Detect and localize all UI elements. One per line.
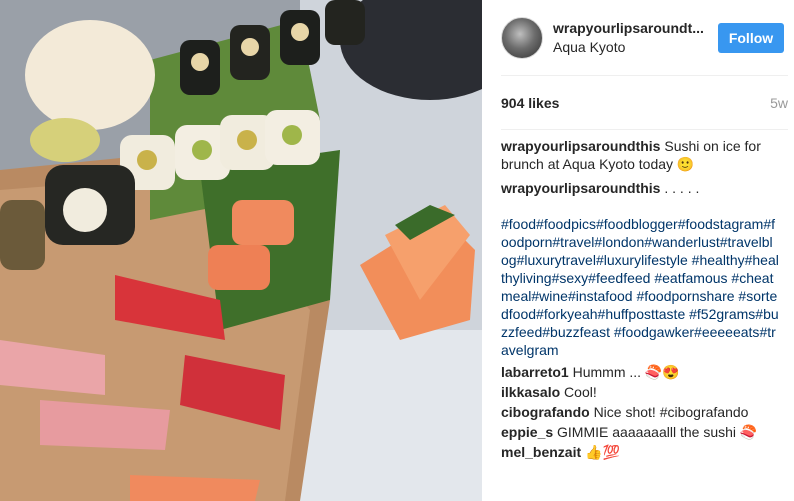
hashtag[interactable]: #instafood [568, 288, 633, 304]
comment-item: cibografando Nice shot! #cibografando [501, 403, 780, 421]
hashtag[interactable]: #feedfeed [588, 270, 650, 286]
caption-dots: wrapyourlipsaroundthis . . . . . [501, 179, 780, 197]
post-location[interactable]: Aqua Kyoto [553, 39, 718, 55]
comment-username[interactable]: labarreto1 [501, 364, 569, 380]
hashtag[interactable]: #wanderlust [644, 234, 720, 250]
hashtag[interactable]: #foodpics [536, 216, 596, 232]
hashtag[interactable]: #travel [552, 234, 594, 250]
follow-button[interactable]: Follow [718, 22, 784, 53]
hashtag[interactable]: #buzzfeast [542, 324, 610, 340]
hashtag[interactable]: #foodgawker [614, 324, 694, 340]
hashtag[interactable]: #luxurylifestyle [596, 252, 688, 268]
post-stats: 904 likes 5w [501, 76, 788, 130]
hashtag[interactable]: #luxurytravel [517, 252, 596, 268]
author-username[interactable]: wrapyourlipsaroundt... [553, 20, 713, 36]
likes-count[interactable]: 904 likes [501, 95, 559, 111]
comment-text: Nice shot! #cibografando [593, 404, 749, 420]
post-time[interactable]: 5w [770, 95, 788, 111]
hashtag[interactable]: #london [594, 234, 644, 250]
hashtag-block: #food#foodpics#foodblogger#foodstagram #f… [501, 215, 780, 359]
comment-username[interactable]: cibografando [501, 404, 590, 420]
comment-text: Hummm ... 🍣😍 [572, 364, 680, 380]
comment-username[interactable]: eppie_s [501, 424, 553, 440]
sushi-photo [0, 0, 482, 501]
avatar[interactable] [501, 16, 543, 59]
hashtag[interactable]: #foodstagram [678, 216, 764, 232]
comment-item: labarreto1 Hummm ... 🍣😍 [501, 363, 780, 381]
comment-text: 👍💯 [585, 444, 620, 460]
hashtag[interactable]: #eeeeeats [694, 324, 759, 340]
hashtag[interactable]: #f52grams [689, 306, 755, 322]
comment-item: eppie_s GIMMIE aaaaaaalll the sushi 🍣 [501, 423, 780, 441]
author-info: wrapyourlipsaroundt... Aqua Kyoto [553, 20, 718, 55]
hashtag[interactable]: #sexy [552, 270, 589, 286]
caption-dots-text: . . . . . [664, 180, 700, 196]
hashtag[interactable]: #foodblogger [596, 216, 678, 232]
post-photo[interactable] [0, 0, 482, 501]
caption: wrapyourlipsaroundthis Sushi on ice for … [501, 137, 780, 173]
comment-username[interactable]: mel_benzait [501, 444, 581, 460]
hashtag[interactable]: #wine [531, 288, 568, 304]
hashtag[interactable]: #food [501, 216, 536, 232]
comment-username[interactable]: ilkkasalo [501, 384, 560, 400]
hashtag[interactable]: #foodpornshare [636, 288, 734, 304]
comment-text: Cool! [564, 384, 597, 400]
comment-item: mel_benzait 👍💯 [501, 443, 780, 461]
post-header: wrapyourlipsaroundt... Aqua Kyoto Follow [501, 0, 788, 76]
post-details-panel: wrapyourlipsaroundt... Aqua Kyoto Follow… [482, 0, 794, 501]
hashtag[interactable]: #eatfamous [654, 270, 727, 286]
hashtag[interactable]: #forkyeah [536, 306, 597, 322]
comments-list: wrapyourlipsaroundthis Sushi on ice for … [501, 130, 794, 461]
caption-username[interactable]: wrapyourlipsaroundthis [501, 138, 660, 154]
comment-item: ilkkasalo Cool! [501, 383, 780, 401]
hashtag[interactable]: #huffposttaste [598, 306, 686, 322]
comment-text: GIMMIE aaaaaaalll the sushi 🍣 [557, 424, 758, 440]
hashtag[interactable]: #healthy [692, 252, 745, 268]
caption-dots-username[interactable]: wrapyourlipsaroundthis [501, 180, 660, 196]
